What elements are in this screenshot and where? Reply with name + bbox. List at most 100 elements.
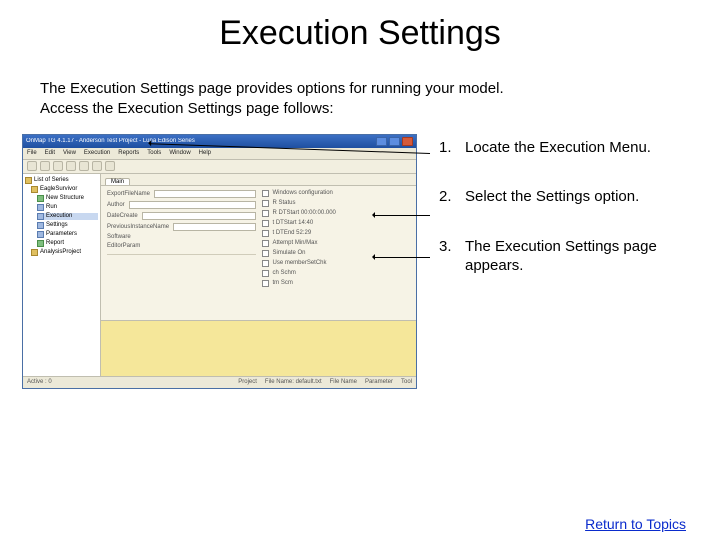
- field-label: ch Schm: [273, 270, 296, 276]
- status-active: Active : 0: [27, 379, 52, 385]
- tree-item-icon: [37, 213, 44, 220]
- form-row: Simulate On: [262, 250, 411, 257]
- tab-main: Main: [105, 178, 130, 185]
- step-text: The Execution Settings page appears.: [465, 237, 686, 276]
- tree-item-label: Run: [46, 204, 57, 210]
- events-panel: [101, 320, 416, 376]
- form-row: t DTEnd 52:29: [262, 230, 411, 237]
- field-label: tm Scm: [273, 280, 293, 286]
- field-label: DateCreate: [107, 213, 138, 219]
- step-1: 1. Locate the Execution Menu.: [439, 138, 686, 158]
- field-label: Attempt Min/Max: [273, 240, 318, 246]
- tree-item: AnalysisProject: [31, 249, 98, 256]
- field-label: Author: [107, 202, 125, 208]
- menu-reports: Reports: [118, 150, 139, 156]
- tree-item: Report: [37, 240, 98, 247]
- field-label: Simulate On: [273, 250, 306, 256]
- tree-item-label: AnalysisProject: [40, 249, 81, 255]
- tree-item-label: Execution: [46, 213, 72, 219]
- step-num: 2.: [439, 187, 457, 207]
- checkbox-icon: [262, 210, 269, 217]
- tree-item-icon: [25, 177, 32, 184]
- form-row: EditorParam: [107, 243, 256, 249]
- status-item: File Name: default.txt: [265, 379, 322, 385]
- menu-view: View: [63, 150, 76, 156]
- app-screenshot: OnMap TG 4.1.17 - Anderson Test Project …: [22, 134, 417, 389]
- tree-item: Parameters: [37, 231, 98, 238]
- maximize-icon: [389, 137, 400, 146]
- field-label: Software: [107, 234, 131, 240]
- tree-item: Run: [37, 204, 98, 211]
- field-input: [173, 223, 255, 231]
- field-label: t DTStart 14:40: [273, 220, 314, 226]
- checkbox-icon: [262, 220, 269, 227]
- menu-execution: Execution: [84, 150, 110, 156]
- form-row: Attempt Min/Max: [262, 240, 411, 247]
- checkbox-icon: [262, 270, 269, 277]
- field-label: EditorParam: [107, 243, 140, 249]
- tree-item-icon: [31, 249, 38, 256]
- step-text: Select the Settings option.: [465, 187, 639, 207]
- arrow-2-icon: [374, 215, 430, 216]
- status-item: Project: [238, 379, 257, 385]
- checkbox-icon: [262, 260, 269, 267]
- status-item: File Name: [330, 379, 357, 385]
- tree-item-label: EagleSurvivor: [40, 186, 77, 192]
- toolbar-icon: [79, 161, 89, 171]
- form-row: t DTStart 14:40: [262, 220, 411, 227]
- close-icon: [402, 137, 413, 146]
- checkbox-icon: [262, 230, 269, 237]
- field-label: Windows configuration: [273, 190, 333, 196]
- field-input: [154, 190, 255, 198]
- intro-text: The Execution Settings page provides opt…: [40, 79, 680, 120]
- step-text: Locate the Execution Menu.: [465, 138, 651, 158]
- field-label: R Status: [273, 200, 296, 206]
- arrow-3-icon: [374, 257, 430, 258]
- tree-item: Settings: [37, 222, 98, 229]
- menu-bar: File Edit View Execution Reports Tools W…: [23, 148, 416, 160]
- form-row: ch Schm: [262, 270, 411, 277]
- step-2: 2. Select the Settings option.: [439, 187, 686, 207]
- intro-line-1: The Execution Settings page provides opt…: [40, 79, 680, 99]
- tree-item-label: Parameters: [46, 231, 77, 237]
- form-row: Author: [107, 201, 256, 209]
- checkbox-icon: [262, 240, 269, 247]
- tree-item: Execution: [37, 213, 98, 220]
- tree-item-icon: [37, 222, 44, 229]
- checkbox-icon: [262, 250, 269, 257]
- toolbar-icon: [66, 161, 76, 171]
- menu-tools: Tools: [147, 150, 161, 156]
- step-num: 3.: [439, 237, 457, 276]
- page-title: Execution Settings: [0, 14, 720, 53]
- field-label: t DTEnd 52:29: [273, 230, 312, 236]
- field-input: [142, 212, 256, 220]
- tree-item: New Structure: [37, 195, 98, 202]
- form-row: ExportFileName: [107, 190, 256, 198]
- step-3: 3. The Execution Settings page appears.: [439, 237, 686, 276]
- tree-item-icon: [37, 231, 44, 238]
- field-input: [129, 201, 256, 209]
- form-row: Software: [107, 234, 256, 240]
- tree-item-label: New Structure: [46, 195, 84, 201]
- form-row: PreviousInstanceName: [107, 223, 256, 231]
- minimize-icon: [376, 137, 387, 146]
- steps-list: 1. Locate the Execution Menu. 2. Select …: [425, 134, 720, 389]
- status-item: Parameter: [365, 379, 393, 385]
- return-to-topics-link[interactable]: Return to Topics: [585, 516, 686, 532]
- menu-edit: Edit: [45, 150, 55, 156]
- toolbar-icon: [105, 161, 115, 171]
- toolbar-icon: [53, 161, 63, 171]
- tree-item-label: Settings: [46, 222, 68, 228]
- toolbar-icon: [92, 161, 102, 171]
- tree-panel: List of Series EagleSurvivor New Structure…: [23, 174, 101, 376]
- checkbox-icon: [262, 200, 269, 207]
- tree-item-icon: [37, 240, 44, 247]
- tree-item-label: Report: [46, 240, 64, 246]
- field-label: PreviousInstanceName: [107, 224, 169, 230]
- form-row: Use memberSetChk: [262, 260, 411, 267]
- toolbar-icon: [27, 161, 37, 171]
- toolbar-icon: [40, 161, 50, 171]
- tab-strip: Main: [101, 174, 416, 186]
- status-bar: Active : 0 Project File Name: default.tx…: [23, 376, 416, 388]
- tree-item: List of Series: [25, 177, 98, 184]
